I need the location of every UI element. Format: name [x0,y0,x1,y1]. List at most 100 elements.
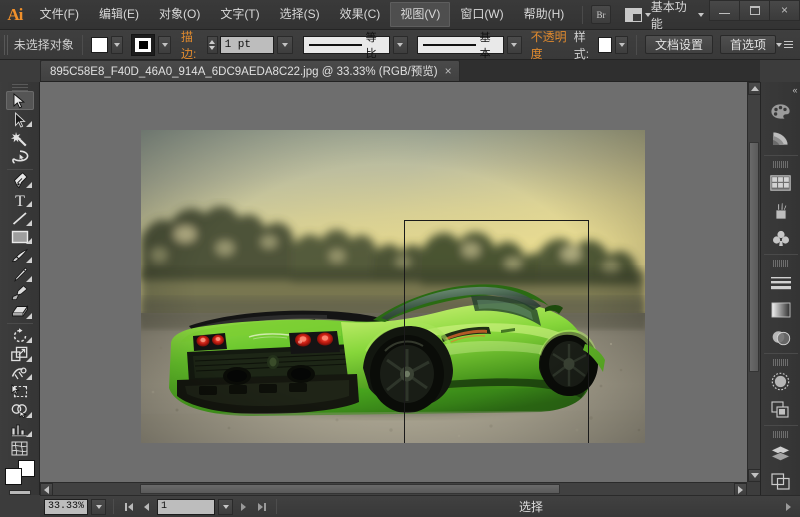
previous-artboard-button[interactable] [139,499,154,515]
fill-color-dropdown[interactable] [111,36,124,54]
rectangle-tool[interactable] [6,228,34,247]
width-warp-tool[interactable] [6,364,34,383]
close-icon[interactable]: × [445,66,452,76]
brush-definition-field[interactable]: 基本 [417,36,505,54]
control-panel-menu-button[interactable] [776,41,793,48]
stroke-weight-field[interactable]: 1 pt [220,36,274,54]
brushes-panel-icon[interactable] [766,197,796,224]
scroll-left-button[interactable] [40,483,53,495]
color-guide-panel-icon[interactable] [766,125,796,152]
scroll-right-button[interactable] [734,483,747,495]
close-button[interactable]: × [769,0,800,21]
minimize-button[interactable] [709,0,740,21]
line-segment-tool[interactable] [6,209,34,228]
control-bar-grip[interactable] [4,35,8,55]
menu-file[interactable]: 文件(F) [30,2,89,27]
scale-tool[interactable] [6,345,34,364]
stroke-weight-dropdown[interactable] [277,36,293,54]
graphic-style-swatch[interactable] [598,37,612,53]
menu-window[interactable]: 窗口(W) [450,2,513,27]
artboard-number-field[interactable]: 1 [157,499,215,515]
artwork-image[interactable] [141,130,645,443]
graphic-styles-panel-icon[interactable] [766,396,796,423]
fill-color-box[interactable] [5,468,22,485]
bridge-button[interactable]: Br [591,5,610,24]
mesh-tool[interactable] [6,439,34,458]
menu-object[interactable]: 对象(O) [149,2,210,27]
column-graph-tool[interactable] [6,420,34,439]
lasso-tool[interactable] [6,148,34,167]
first-artboard-button[interactable] [121,499,136,515]
shape-builder-tool[interactable] [6,401,34,420]
tools-panel: T [0,82,40,495]
color-panel-icon[interactable] [766,98,796,125]
appearance-panel-icon[interactable] [766,368,796,395]
free-transform-tool[interactable] [6,382,34,401]
document-setup-button[interactable]: 文档设置 [645,35,713,54]
menu-effect[interactable]: 效果(C) [330,2,391,27]
menu-help[interactable]: 帮助(H) [514,2,575,27]
opacity-label[interactable]: 不透明度 [531,28,567,62]
menu-select[interactable]: 选择(S) [270,2,330,27]
selection-tool[interactable] [6,91,34,110]
tool-divider [7,169,33,170]
magic-wand-tool[interactable] [6,129,34,148]
stroke-color-dropdown[interactable] [158,36,171,54]
type-tool[interactable]: T [6,190,34,209]
preferences-button[interactable]: 首选项 [720,35,776,54]
screen-mode-button[interactable] [9,490,31,495]
pen-tool[interactable] [6,172,34,191]
arrange-documents-button[interactable] [625,8,651,22]
dock-group-grip[interactable] [773,431,789,438]
canvas-area[interactable] [40,82,760,495]
zoom-level-field[interactable]: 33.33% [44,499,88,515]
symbols-panel-icon[interactable] [766,225,796,252]
direct-selection-tool[interactable] [6,110,34,129]
dock-group-grip[interactable] [773,161,789,168]
gradient-panel-icon[interactable] [766,296,796,323]
variable-width-profile-dropdown[interactable] [393,36,407,54]
canvas-vertical-scrollbar[interactable] [747,82,760,482]
transparency-panel-icon[interactable] [766,324,796,351]
blob-brush-tool[interactable] [6,284,34,303]
rotate-tool[interactable] [6,326,34,345]
status-menu-button[interactable] [781,499,796,515]
menu-edit[interactable]: 编辑(E) [89,2,149,27]
last-artboard-button[interactable] [254,499,269,515]
stroke-color-swatch[interactable] [131,34,155,56]
scroll-down-button[interactable] [748,469,760,482]
artboard-number-dropdown[interactable] [218,499,233,515]
vertical-scroll-thumb[interactable] [749,142,759,372]
horizontal-scroll-thumb[interactable] [140,484,560,494]
graphic-style-dropdown[interactable] [615,36,628,54]
zoom-level-dropdown[interactable] [91,499,106,515]
artboards-panel-icon[interactable] [766,468,796,495]
stroke-weight-stepper[interactable] [207,36,218,54]
canvas-surface[interactable] [40,82,747,482]
dock-collapse-button[interactable]: « [761,82,800,98]
menu-view[interactable]: 视图(V) [390,2,450,27]
status-text[interactable]: 选择 [284,498,778,515]
swatches-panel-icon[interactable] [766,170,796,197]
tools-panel-grip[interactable] [12,84,28,91]
scroll-up-button[interactable] [748,82,760,95]
variable-width-profile-field[interactable]: 等比 [303,36,391,54]
document-tab[interactable]: 895C58E8_F40D_46A0_914A_6DC9AEDA8C22.jpg… [40,60,460,81]
pencil-tool[interactable] [6,265,34,284]
paintbrush-tool[interactable] [6,246,34,265]
next-artboard-button[interactable] [236,499,251,515]
canvas-horizontal-scrollbar[interactable] [40,482,747,495]
maximize-button[interactable] [739,0,770,21]
stroke-weight-label[interactable]: 描边: [181,28,202,62]
dock-group-grip[interactable] [773,260,789,267]
fill-stroke-indicator[interactable] [5,460,35,484]
chevron-down-icon [776,43,782,47]
stroke-panel-icon[interactable] [766,269,796,296]
dock-group-grip[interactable] [773,359,789,366]
brush-definition-dropdown[interactable] [507,36,521,54]
menu-type[interactable]: 文字(T) [210,2,269,27]
eraser-tool[interactable] [6,303,34,322]
workspace-switcher[interactable]: 基本功能 [651,0,710,32]
fill-color-swatch[interactable] [91,37,108,53]
layers-panel-icon[interactable] [766,440,796,467]
